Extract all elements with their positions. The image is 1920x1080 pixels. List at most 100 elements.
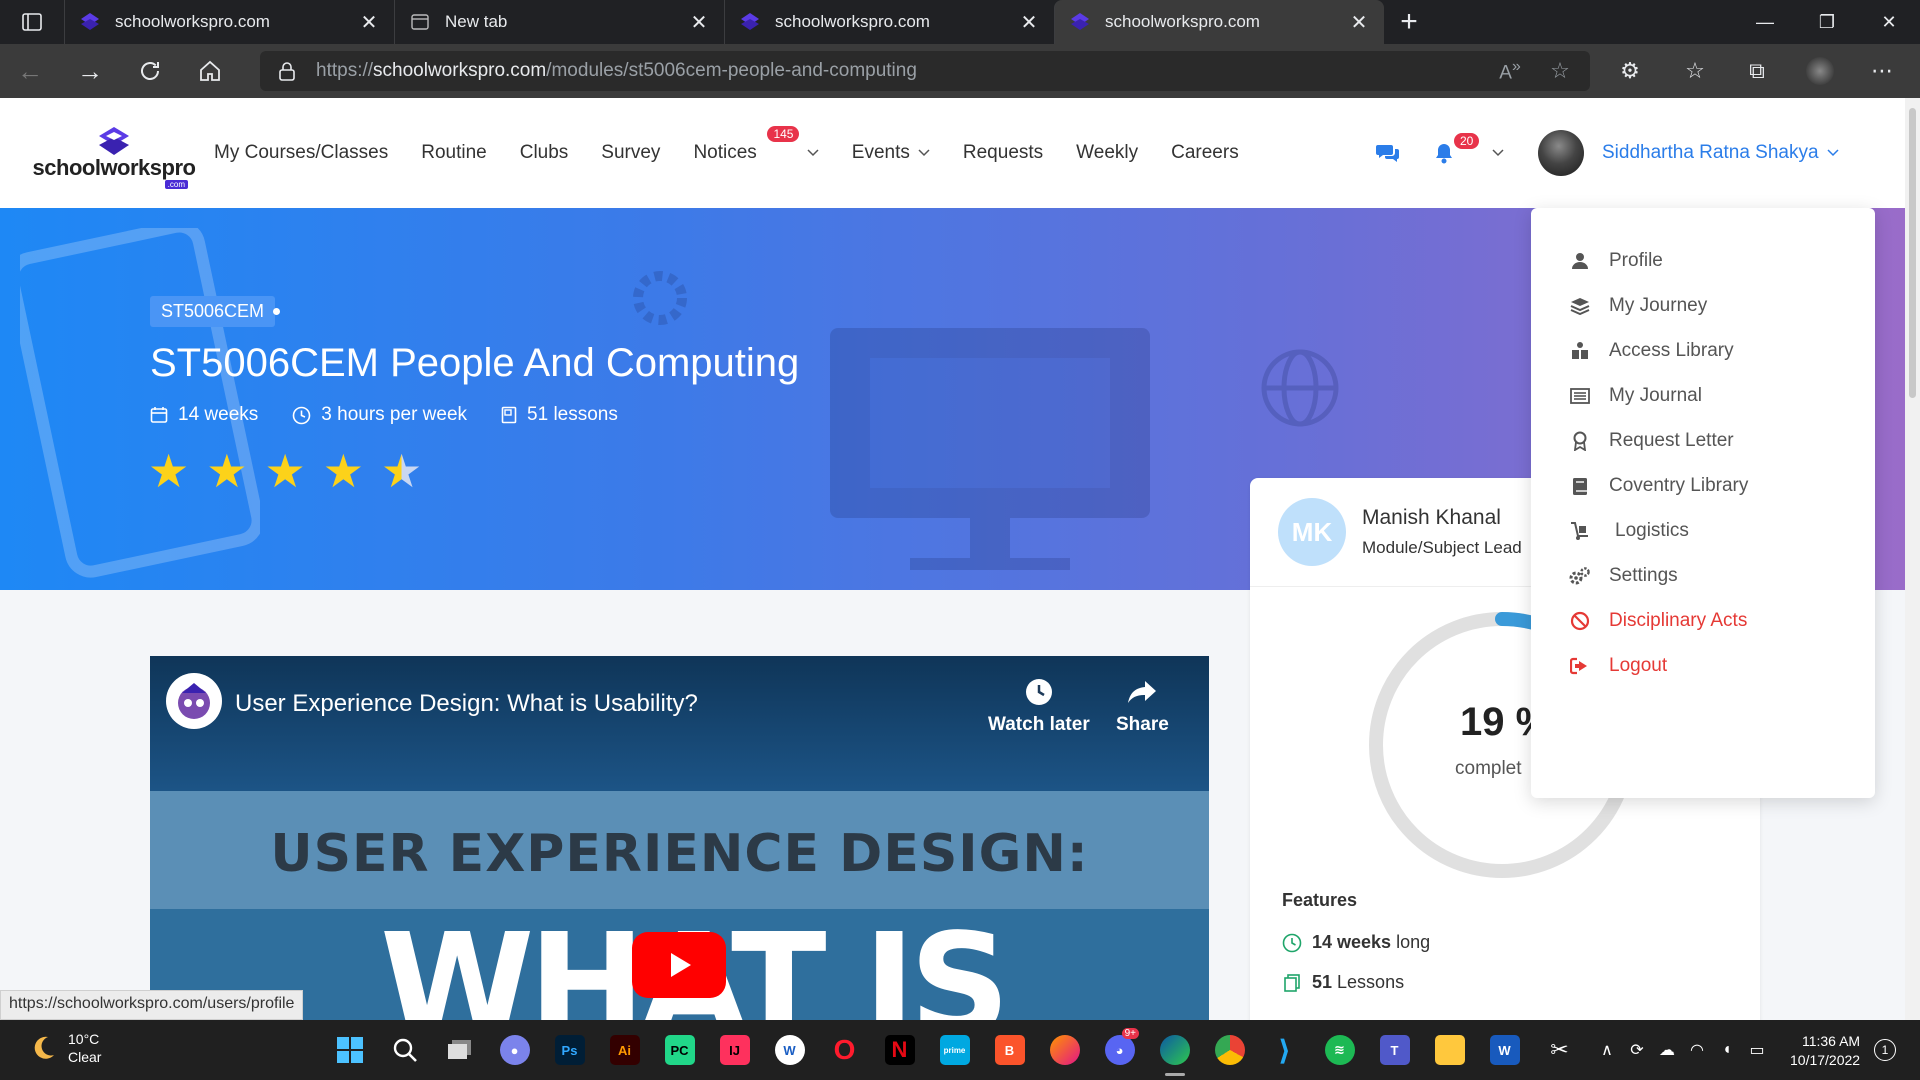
file-explorer-app[interactable] [1422,1028,1477,1072]
close-tab-icon[interactable]: ✕ [1018,10,1040,35]
site-logo[interactable]: schoolworkspro .com [33,125,196,189]
menu-item-my-journal[interactable]: My Journal [1569,385,1702,407]
favorites-button[interactable]: ☆ [1665,44,1725,98]
chat-button[interactable] [1374,139,1402,167]
watch-later-button[interactable]: Watch later [988,674,1090,736]
menu-item-access-library[interactable]: Access Library [1569,340,1734,362]
notifications-button[interactable]: 20 [1430,133,1480,167]
user-menu-toggle[interactable]: Siddhartha Ratna Shakya [1602,142,1839,164]
wordpad-app[interactable]: W [762,1028,817,1072]
illustrator-icon: Ai [609,1035,640,1065]
star-icon: ★ [322,445,364,497]
vscode-app[interactable]: ⟩ [1257,1028,1312,1072]
nav-weekly[interactable]: Weekly [1076,142,1138,164]
page-scrollbar[interactable] [1905,98,1920,1020]
task-view-button[interactable] [432,1028,487,1072]
snipping-tool-app[interactable]: ✂ [1532,1028,1587,1072]
ban-icon [1569,610,1591,632]
url-bar[interactable]: https://schoolworkspro.com/modules/st500… [260,51,1590,91]
course-duration: 14 weeks [150,404,258,426]
profile-button[interactable] [1790,44,1850,98]
prime-video-app[interactable]: prime [927,1028,982,1072]
back-button[interactable]: ← [0,44,60,98]
menu-item-profile[interactable]: Profile [1569,250,1663,272]
nav-notices[interactable]: Notices 145 [693,126,819,164]
chat-icon [1376,145,1399,162]
show-hidden-icons-button[interactable]: ∧ [1592,1030,1622,1070]
brave-app[interactable]: B [982,1028,1037,1072]
nav-careers[interactable]: Careers [1171,142,1239,164]
nav-my-courses[interactable]: My Courses/Classes [214,142,388,164]
firefox-app[interactable] [1037,1028,1092,1072]
add-favorite-button[interactable]: ☆ [1530,44,1590,98]
minimize-button[interactable]: — [1734,0,1796,44]
menu-item-settings[interactable]: Settings [1569,565,1678,587]
nav-survey[interactable]: Survey [601,142,660,164]
menu-item-logistics[interactable]: Logistics [1569,520,1689,542]
close-tab-icon[interactable]: ✕ [688,10,710,35]
user-avatar[interactable] [1538,130,1584,176]
video-player[interactable]: User Experience Design: What is Usabilit… [150,656,1209,1020]
sync-icon[interactable]: ⟳ [1622,1030,1652,1070]
intellij-app[interactable]: IJ [707,1028,762,1072]
opera-icon: O [833,1034,856,1065]
nav-clubs[interactable]: Clubs [520,142,569,164]
system-clock[interactable]: 11:36 AM 10/17/2022 [1790,1032,1860,1070]
photoshop-app[interactable]: Ps [542,1028,597,1072]
browser-tab[interactable]: schoolworkspro.com ✕ [724,0,1054,44]
close-window-button[interactable]: ✕ [1858,0,1920,44]
discord-app[interactable]: ◕ 9+ [1092,1028,1147,1072]
volume-icon[interactable]: ◖ [1712,1030,1742,1070]
weather-widget[interactable]: 10°C Clear [28,1030,101,1066]
start-button[interactable] [322,1028,377,1072]
scrollbar-thumb[interactable] [1909,108,1916,398]
chevron-down-icon[interactable] [1492,149,1504,157]
browser-tab[interactable]: schoolworkspro.com ✕ [64,0,394,44]
browser-tab[interactable]: New tab ✕ [394,0,724,44]
home-button[interactable] [180,44,240,98]
notification-center-button[interactable]: 1 [1874,1039,1896,1061]
instructor-name: Manish Khanal [1362,506,1501,529]
nav-events[interactable]: Events [852,142,930,164]
menu-button[interactable]: ⋯ [1852,44,1912,98]
illustrator-app[interactable]: Ai [597,1028,652,1072]
nav-routine[interactable]: Routine [421,142,487,164]
teams-chat-app[interactable]: ● [487,1028,542,1072]
chrome-app[interactable] [1202,1028,1257,1072]
wifi-icon[interactable]: ◠ [1682,1030,1712,1070]
browser-tab-active[interactable]: schoolworkspro.com ✕ [1054,0,1384,44]
extensions-button[interactable]: ⚙ [1600,44,1660,98]
new-tab-button[interactable]: + [1384,0,1434,44]
collections-button[interactable]: ⧉ [1727,44,1787,98]
video-title[interactable]: User Experience Design: What is Usabilit… [235,690,698,718]
share-button[interactable]: Share [1116,674,1169,736]
restore-button[interactable]: ❐ [1796,0,1858,44]
search-button[interactable] [377,1028,432,1072]
menu-item-disciplinary-acts[interactable]: Disciplinary Acts [1569,610,1747,632]
close-tab-icon[interactable]: ✕ [1348,10,1370,35]
battery-icon[interactable]: ▭ [1742,1030,1772,1070]
menu-item-request-letter[interactable]: Request Letter [1569,430,1734,452]
nav-requests[interactable]: Requests [963,142,1043,164]
word-app[interactable]: W [1477,1028,1532,1072]
refresh-button[interactable] [120,44,180,98]
puzzle-icon: ⚙ [1620,58,1640,83]
menu-item-my-journey[interactable]: My Journey [1569,295,1707,317]
menu-item-coventry-library[interactable]: Coventry Library [1569,475,1748,497]
play-button[interactable] [632,932,726,998]
instructor-info[interactable]: MK Manish Khanal Module/Subject Lead [1278,498,1522,566]
channel-avatar[interactable] [166,673,222,729]
spotify-app[interactable]: ≋ [1312,1028,1367,1072]
course-hours: 3 hours per week [292,404,467,426]
edge-app[interactable] [1147,1028,1202,1076]
pycharm-app[interactable]: PC [652,1028,707,1072]
menu-item-logout[interactable]: Logout [1569,655,1667,677]
netflix-app[interactable]: N [872,1028,927,1072]
close-tab-icon[interactable]: ✕ [358,10,380,35]
teams-app[interactable]: T [1367,1028,1422,1072]
forward-button[interactable]: → [60,44,120,98]
tab-title: schoolworkspro.com [115,12,270,31]
tab-actions-button[interactable] [0,0,64,44]
cloud-off-icon[interactable]: ☁ [1652,1030,1682,1070]
opera-app[interactable]: O [817,1028,872,1072]
